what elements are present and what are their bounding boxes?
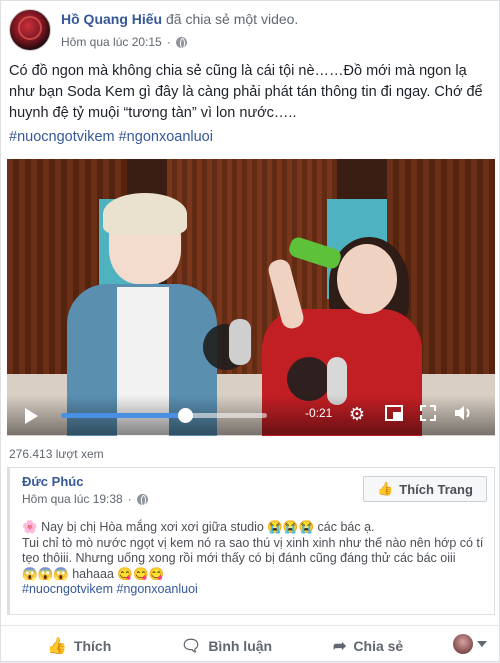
pip-icon[interactable] [384, 404, 404, 424]
video-scrubber-handle[interactable] [177, 408, 193, 423]
author-name-link[interactable]: Hồ Quang Hiếu [61, 11, 162, 27]
thumbs-up-icon: 👍 [377, 481, 394, 496]
like-page-button[interactable]: 👍 Thích Trang [363, 476, 487, 502]
post-as-selector[interactable] [453, 634, 487, 654]
like-button[interactable]: 👍 Thích [47, 636, 111, 656]
scream-emoji-icons: 😱😱😱 [22, 566, 69, 581]
like-label: Thích [73, 638, 112, 654]
view-count: 276.413 lượt xem [9, 447, 104, 461]
post-action-text: đã chia sẻ một video. [166, 11, 299, 27]
play-icon[interactable] [25, 408, 38, 424]
thumbs-up-icon: 👍 [47, 638, 67, 655]
video-time-remaining: -0:21 [305, 406, 333, 420]
comment-label: Bình luận [208, 638, 273, 654]
shared-text-line2: Tui chỉ tò mò nước ngọt vị kem nó ra sao… [22, 535, 484, 566]
post-body-text: Có đồ ngon mà không chia sẻ cũng là cái … [9, 63, 483, 121]
shared-page-name[interactable]: Đức Phúc [22, 474, 83, 489]
post-actions-bar: 👍 Thích 🗨 Bình luận ➦ Chia sẻ [1, 625, 500, 663]
crying-emoji-icons: 😭😭😭 [267, 520, 315, 534]
author-avatar[interactable] [9, 9, 51, 51]
share-button[interactable]: ➦ Chia sẻ [333, 636, 403, 656]
smile-emoji-icons: 😋😋😋 [117, 566, 165, 581]
video-progress-bar[interactable] [61, 408, 267, 423]
post-hashtags[interactable]: #nuocngotvikem #ngonxoanluoi [9, 129, 213, 145]
public-globe-icon[interactable] [136, 493, 148, 506]
chevron-down-icon [477, 641, 487, 647]
settings-icon[interactable]: ⚙ [347, 404, 367, 424]
separator-dot: · [166, 35, 171, 49]
shared-text-line2-end: hahaaa [72, 566, 114, 581]
volume-icon[interactable] [453, 404, 473, 424]
share-label: Chia sẻ [353, 638, 404, 654]
user-avatar [453, 634, 473, 654]
video-player[interactable]: -0:21 ⚙ [7, 159, 495, 436]
comment-button[interactable]: 🗨 Bình luận [181, 636, 272, 656]
video-controls: -0:21 ⚙ [7, 395, 495, 435]
public-globe-icon[interactable] [175, 36, 187, 49]
video-progress-fill [61, 413, 185, 418]
shared-text-line1: Nay bị chị Hòa mắng xơi xơi giữa studio [41, 520, 264, 534]
shared-post-meta: Hôm qua lúc 19:38 · [22, 492, 148, 506]
avatar-decoration [18, 16, 42, 40]
shared-post: Đức Phúc Hôm qua lúc 19:38 · 👍 Thích Tra… [7, 467, 495, 615]
flower-emoji-icon: 🌸 [22, 520, 38, 534]
post-card: Hồ Quang Hiếu đã chia sẻ một video. Hôm … [0, 0, 500, 662]
comment-bubble-icon: 🗨 [181, 638, 202, 655]
post-meta: Hôm qua lúc 20:15 · [61, 35, 187, 49]
fullscreen-icon[interactable] [418, 404, 438, 424]
shared-timestamp[interactable]: Hôm qua lúc 19:38 [22, 492, 123, 506]
like-page-label: Thích Trang [399, 481, 473, 497]
post-header: Hồ Quang Hiếu đã chia sẻ một video. Hôm … [9, 9, 493, 53]
shared-post-text: 🌸 Nay bị chị Hòa mắng xơi xơi giữa studi… [22, 520, 492, 598]
post-timestamp[interactable]: Hôm qua lúc 20:15 [61, 35, 162, 49]
post-title-line: Hồ Quang Hiếu đã chia sẻ một video. [61, 11, 298, 27]
share-arrow-icon: ➦ [333, 638, 347, 655]
shared-hashtags[interactable]: #nuocngotvikem #ngonxoanluoi [22, 582, 198, 596]
shared-text-line1-end: các bác ạ. [317, 520, 375, 534]
